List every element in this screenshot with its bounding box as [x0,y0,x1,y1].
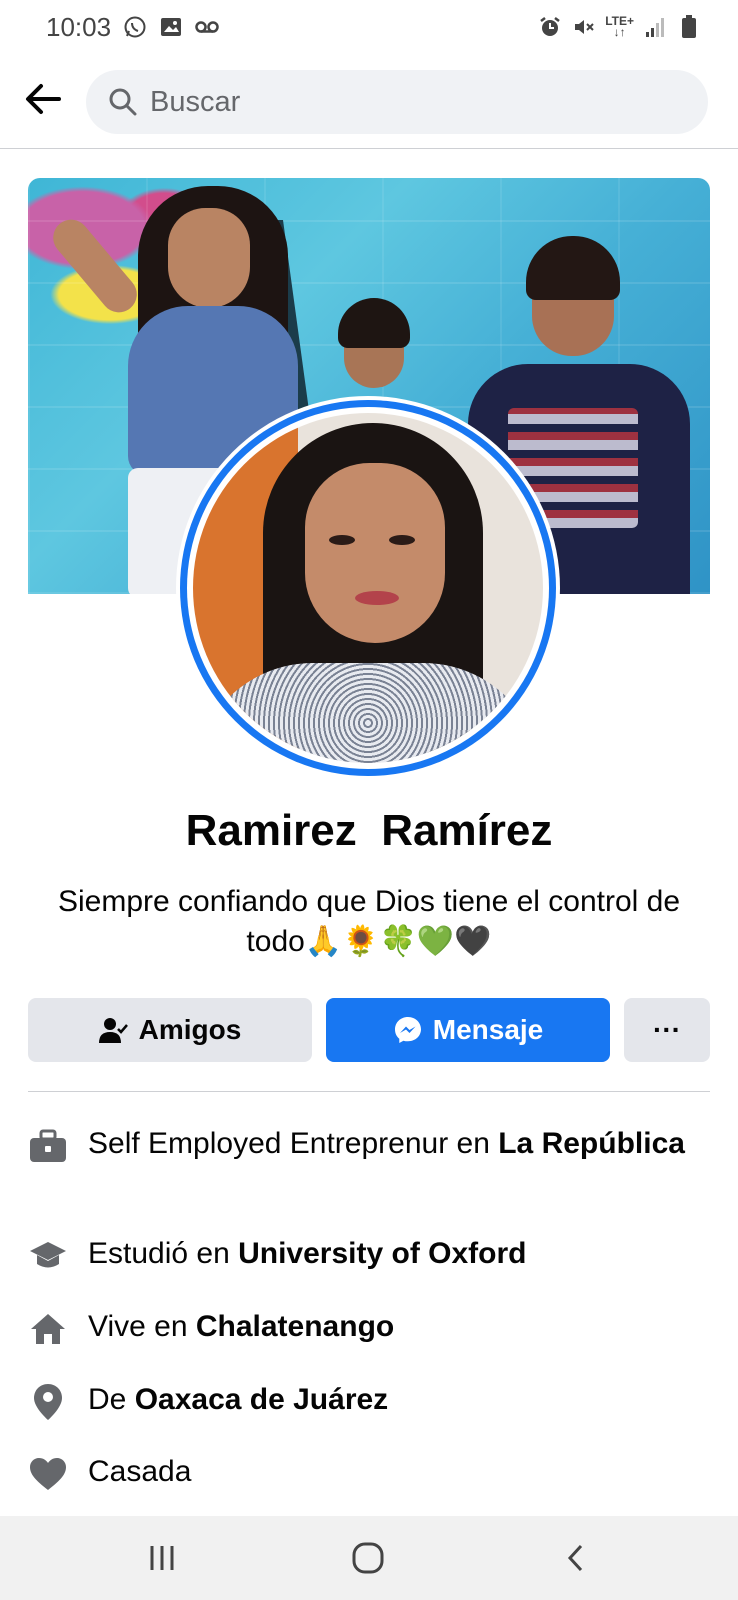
whatsapp-icon [122,14,148,40]
profile-picture[interactable] [176,396,560,780]
profile-bio: Siempre confiando que Dios tiene el cont… [57,885,681,958]
home-button[interactable] [338,1534,398,1582]
detail-work[interactable]: Self Employed Entreprenur en La Repúblic… [28,1124,710,1166]
briefcase-icon [28,1126,68,1166]
detail-hometown[interactable]: De Oaxaca de Juárez [28,1380,710,1422]
story-ring [180,400,556,776]
search-input[interactable] [148,84,672,120]
friends-icon [98,1016,129,1044]
home-icon [28,1309,68,1349]
more-icon: ··· [653,1014,681,1045]
status-time: 10:03 [46,12,112,42]
more-options-button[interactable]: ··· [624,998,710,1062]
graduation-cap-icon [28,1236,68,1276]
alarm-icon [537,14,563,40]
messenger-icon [393,1015,423,1045]
profile-name: Ramirez Ramírez [185,806,553,855]
school-link[interactable]: University of Oxford [238,1237,526,1270]
image-icon [158,14,184,40]
back-nav-button[interactable] [546,1534,606,1582]
back-arrow-icon [26,84,61,114]
friends-label: Amigos [138,1014,242,1045]
detail-relationship[interactable]: Casada [28,1452,710,1494]
mute-icon [571,14,597,40]
battery-icon [676,14,702,40]
system-nav-bar [0,1516,738,1600]
current-city-link[interactable]: Chalatenango [196,1310,394,1343]
signal-icon [642,14,668,40]
location-pin-icon [28,1382,68,1422]
search-box[interactable] [86,70,708,134]
home-circle-icon [352,1542,384,1574]
search-icon [106,85,140,119]
detail-city[interactable]: Vive en Chalatenango [28,1307,710,1349]
divider [28,1091,710,1092]
recents-button[interactable] [132,1534,192,1582]
relationship-status: Casada [88,1455,192,1488]
recents-icon [150,1546,174,1570]
lte-icon: LTE+ ↓↑ [605,14,634,39]
detail-education[interactable]: Estudió en University of Oxford [28,1234,710,1276]
workplace-link[interactable]: La República [498,1127,685,1160]
heart-icon [28,1454,68,1494]
status-bar: 10:03 LTE+ ↓↑ [0,0,738,56]
search-header [0,62,738,149]
avatar [193,413,543,763]
message-button[interactable]: Mensaje [326,998,610,1062]
message-label: Mensaje [432,1014,544,1045]
voicemail-icon [194,14,220,40]
chevron-left-icon [567,1544,583,1572]
friends-button[interactable]: Amigos [28,998,312,1062]
back-button[interactable] [20,76,66,122]
hometown-link[interactable]: Oaxaca de Juárez [135,1383,389,1416]
